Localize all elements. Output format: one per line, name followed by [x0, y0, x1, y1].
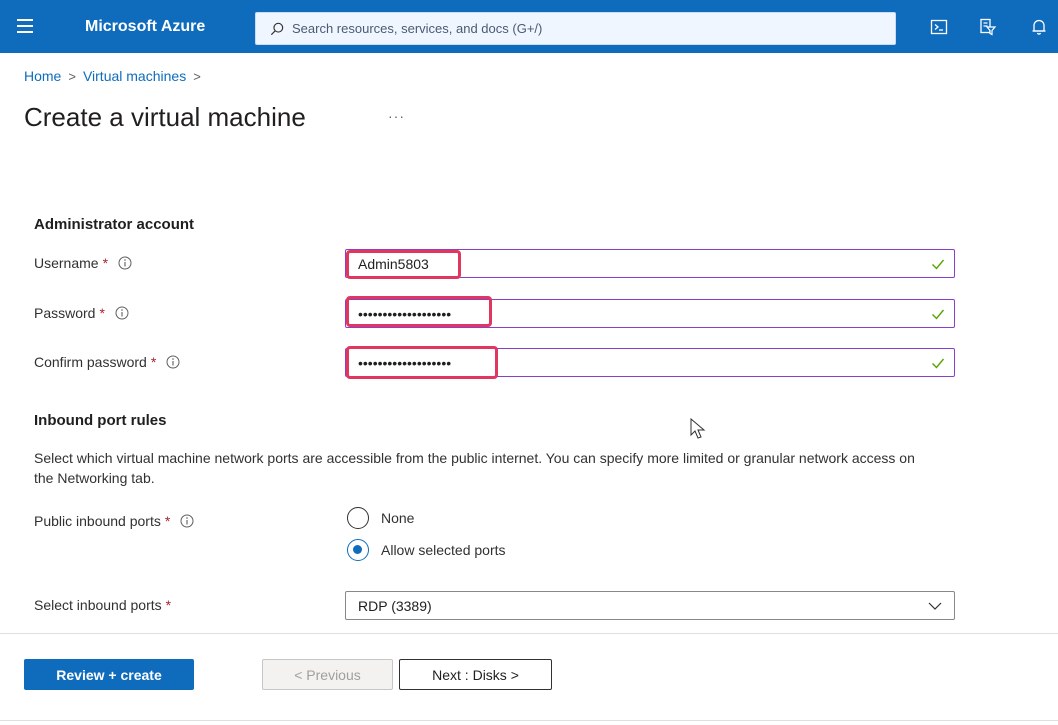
- password-field[interactable]: [345, 299, 955, 328]
- radio-allow-selected-ports[interactable]: Allow selected ports: [347, 539, 506, 561]
- password-input[interactable]: [358, 305, 918, 322]
- more-options-button[interactable]: ···: [388, 108, 405, 124]
- divider: [0, 720, 1058, 721]
- required-marker: *: [165, 597, 172, 613]
- username-label: Username *: [34, 255, 132, 271]
- breadcrumb-separator: >: [68, 68, 76, 84]
- breadcrumb-separator: >: [193, 68, 201, 84]
- public-inbound-ports-label: Public inbound ports *: [34, 513, 194, 529]
- required-marker: *: [102, 255, 109, 271]
- radio-button[interactable]: [347, 507, 369, 529]
- required-marker: *: [99, 305, 105, 321]
- breadcrumb-home[interactable]: Home: [24, 68, 61, 84]
- mouse-cursor-icon: [690, 418, 706, 439]
- next-disks-button[interactable]: Next : Disks >: [399, 659, 552, 690]
- password-label: Password *: [34, 305, 129, 321]
- brand-title[interactable]: Microsoft Azure: [85, 18, 205, 36]
- select-inbound-ports-label: Select inbound ports *: [34, 597, 172, 613]
- breadcrumb-virtual-machines[interactable]: Virtual machines: [83, 68, 186, 84]
- top-bar: Microsoft Azure: [0, 0, 1058, 53]
- directory-filter-icon[interactable]: [978, 17, 998, 37]
- inbound-rules-description: Select which virtual machine network por…: [34, 450, 915, 486]
- valid-check-icon: [932, 309, 945, 320]
- notifications-icon[interactable]: [1029, 17, 1049, 37]
- info-icon[interactable]: [166, 355, 180, 369]
- search-input[interactable]: [292, 21, 872, 36]
- inbound-ports-dropdown[interactable]: RDP (3389): [345, 591, 955, 620]
- username-field[interactable]: [345, 249, 955, 278]
- inbound-rules-heading: Inbound port rules: [34, 412, 167, 429]
- radio-none[interactable]: None: [347, 507, 414, 529]
- info-icon[interactable]: [180, 514, 194, 528]
- admin-account-heading: Administrator account: [34, 216, 195, 233]
- search-box[interactable]: [255, 12, 896, 45]
- info-icon[interactable]: [115, 306, 129, 320]
- previous-button[interactable]: < Previous: [262, 659, 393, 690]
- confirm-password-field[interactable]: [345, 348, 955, 377]
- required-marker: *: [164, 513, 171, 529]
- radio-button-selected[interactable]: [347, 539, 369, 561]
- review-create-button[interactable]: Review + create: [24, 659, 194, 690]
- chevron-down-icon: [928, 602, 942, 610]
- breadcrumb: Home > Virtual machines >: [24, 68, 208, 84]
- confirm-password-label: Confirm password *: [34, 354, 180, 370]
- confirm-password-input[interactable]: [358, 354, 918, 371]
- valid-check-icon: [932, 358, 945, 369]
- search-icon: [270, 22, 284, 35]
- footer-bar: Review + create < Previous Next : Disks …: [0, 633, 1058, 725]
- menu-icon[interactable]: [17, 19, 33, 33]
- valid-check-icon: [932, 259, 945, 270]
- info-icon[interactable]: [118, 256, 132, 270]
- username-input[interactable]: [358, 255, 918, 272]
- cloud-shell-icon[interactable]: [929, 17, 949, 37]
- page-title: Create a virtual machine: [24, 102, 306, 132]
- required-marker: *: [150, 354, 157, 370]
- dropdown-value: RDP (3389): [358, 597, 432, 614]
